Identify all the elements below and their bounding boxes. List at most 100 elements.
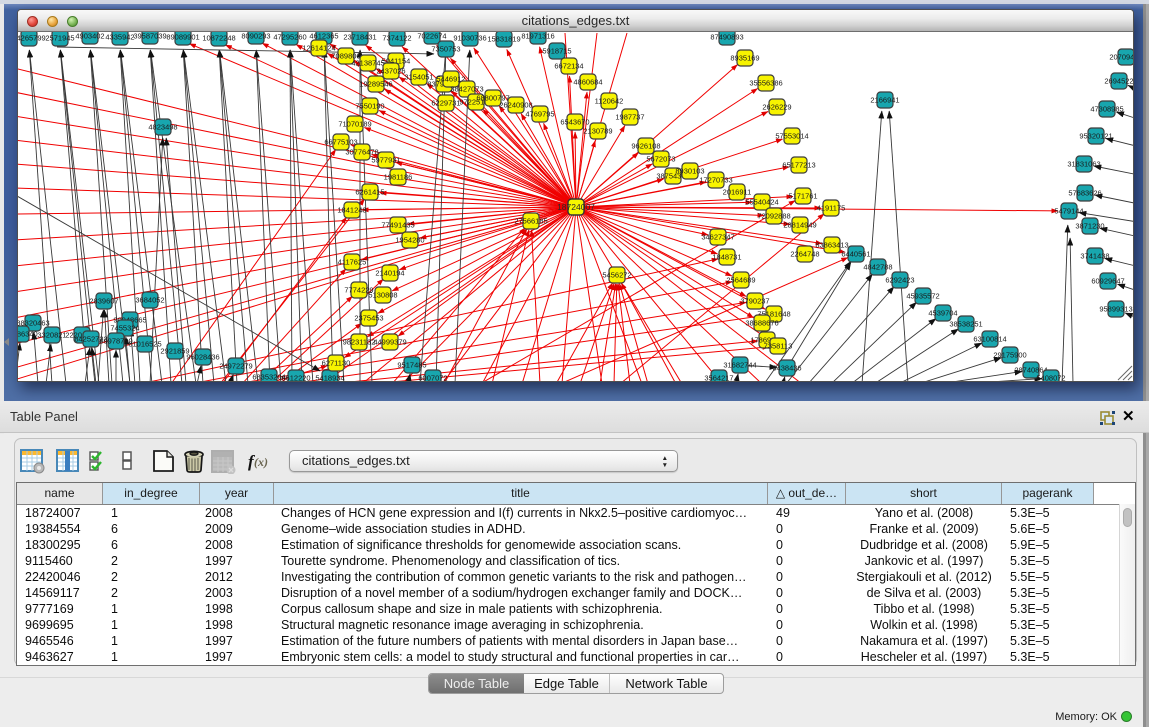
- svg-text:95320121: 95320121: [1079, 132, 1112, 141]
- svg-text:1120642: 1120642: [595, 97, 624, 106]
- svg-text:6229731: 6229731: [431, 99, 460, 108]
- svg-text:7022674: 7022674: [417, 32, 446, 41]
- svg-text:65177213: 65177213: [782, 161, 815, 170]
- svg-text:7374122: 7374122: [382, 34, 411, 43]
- svg-text:95899313: 95899313: [1099, 305, 1132, 314]
- svg-text:4335942: 4335942: [105, 33, 134, 42]
- svg-text:19289546: 19289546: [359, 80, 392, 89]
- svg-text:4860684: 4860684: [573, 78, 602, 87]
- svg-text:5918715: 5918715: [542, 47, 571, 56]
- svg-text:2130789: 2130789: [583, 127, 612, 136]
- svg-text:5171761: 5171761: [788, 192, 817, 201]
- svg-text:3320821: 3320821: [37, 331, 66, 340]
- svg-text:(x): (x): [254, 455, 268, 469]
- svg-text:5408072: 5408072: [1036, 374, 1065, 382]
- svg-text:1954280: 1954280: [395, 236, 424, 245]
- svg-text:2437026: 2437026: [376, 67, 405, 76]
- svg-text:31831063: 31831063: [1067, 160, 1100, 169]
- svg-text:3790237: 3790237: [740, 297, 769, 306]
- svg-text:3684052: 3684052: [135, 296, 164, 305]
- svg-text:1841248: 1841248: [337, 206, 366, 215]
- svg-text:5456272: 5456272: [602, 271, 631, 280]
- svg-text:4117625: 4117625: [338, 258, 367, 267]
- svg-text:23718431: 23718431: [343, 33, 376, 42]
- svg-text:9517485: 9517485: [397, 361, 426, 370]
- svg-text:17270733: 17270733: [699, 176, 732, 185]
- svg-text:44999379: 44999379: [373, 338, 406, 347]
- svg-text:5479144: 5479144: [1054, 207, 1083, 216]
- svg-text:2626229: 2626229: [762, 103, 791, 112]
- svg-text:38688676: 38688676: [745, 319, 778, 328]
- svg-text:6438436: 6438436: [772, 364, 801, 373]
- svg-text:47308985: 47308985: [1090, 105, 1123, 114]
- svg-text:34627347: 34627347: [701, 233, 734, 242]
- svg-text:9626108: 9626108: [631, 142, 660, 151]
- svg-text:47295260: 47295260: [273, 33, 306, 42]
- svg-text:45935572: 45935572: [906, 292, 939, 301]
- svg-text:31682744: 31682744: [723, 361, 756, 370]
- svg-text:7550190: 7550190: [355, 102, 384, 111]
- svg-text:87490893: 87490893: [710, 33, 743, 42]
- svg-text:4612365: 4612365: [309, 32, 338, 41]
- svg-text:20709497: 20709497: [1109, 53, 1133, 62]
- svg-text:2016911: 2016911: [723, 188, 752, 197]
- svg-text:98231132: 98231132: [343, 338, 376, 347]
- svg-text:5418934: 5418934: [315, 374, 344, 382]
- svg-text:38538251: 38538251: [949, 320, 982, 329]
- svg-text:15831819: 15831819: [487, 35, 520, 44]
- svg-text:5672073: 5672073: [646, 155, 675, 164]
- svg-text:2140194: 2140194: [375, 269, 404, 278]
- svg-text:6261415: 6261415: [355, 188, 384, 197]
- svg-text:83863413: 83863413: [815, 241, 848, 250]
- svg-text:6007072: 6007072: [418, 374, 447, 382]
- svg-text:81971316: 81971316: [521, 32, 554, 41]
- svg-text:96028436: 96028436: [186, 353, 219, 362]
- svg-text:8930103: 8930103: [675, 167, 704, 176]
- svg-text:29175900: 29175900: [993, 351, 1026, 360]
- svg-text:2839607: 2839607: [89, 297, 118, 306]
- svg-text:84252722: 84252722: [74, 335, 107, 344]
- svg-text:57683626: 57683626: [1068, 189, 1101, 198]
- svg-text:1981186: 1981186: [384, 173, 413, 182]
- svg-text:24972279: 24972279: [219, 362, 252, 371]
- svg-text:60929647: 60929647: [1091, 277, 1124, 286]
- svg-text:38427073: 38427073: [450, 85, 483, 94]
- svg-text:4842788: 4842788: [863, 263, 892, 272]
- svg-text:57553014: 57553014: [775, 132, 808, 141]
- svg-text:1987737: 1987737: [615, 113, 644, 122]
- svg-text:77491435: 77491435: [381, 221, 414, 230]
- svg-text:14265799: 14265799: [18, 34, 46, 43]
- svg-text:89089901: 89089901: [166, 33, 199, 42]
- svg-text:7350753: 7350753: [431, 45, 460, 54]
- svg-text:71070189: 71070189: [338, 120, 371, 129]
- svg-text:72092888: 72092888: [757, 212, 790, 221]
- svg-text:18724007: 18724007: [557, 202, 595, 212]
- svg-text:2375453: 2375453: [354, 314, 383, 323]
- svg-text:2571945: 2571945: [45, 34, 74, 43]
- svg-text:6672134: 6672134: [554, 62, 583, 71]
- svg-text:6292423: 6292423: [885, 276, 914, 285]
- svg-text:4823498: 4823498: [148, 123, 177, 132]
- svg-text:8935169: 8935169: [730, 54, 759, 63]
- svg-text:4769795: 4769795: [525, 110, 554, 119]
- svg-text:35556386: 35556386: [749, 79, 782, 88]
- svg-text:8090293: 8090293: [241, 32, 270, 41]
- svg-text:81016525: 81016525: [128, 340, 161, 349]
- svg-text:66775103: 66775103: [324, 138, 357, 147]
- svg-text:55540424: 55540424: [745, 198, 778, 207]
- svg-text:2694522: 2694522: [1104, 77, 1133, 86]
- svg-text:7358113: 7358113: [764, 342, 793, 351]
- svg-text:8612220: 8612220: [281, 374, 310, 382]
- svg-text:2166941: 2166941: [870, 96, 899, 105]
- svg-text:6440561: 6440561: [841, 250, 870, 259]
- svg-text:3564217: 3564217: [704, 374, 733, 382]
- svg-text:6543670: 6543670: [560, 118, 589, 127]
- svg-text:28814949: 28814949: [783, 221, 816, 230]
- svg-text:27566185: 27566185: [514, 217, 547, 226]
- svg-text:91030736: 91030736: [453, 34, 486, 43]
- svg-text:4539704: 4539704: [928, 309, 957, 318]
- svg-text:58586340: 58586340: [18, 330, 38, 339]
- svg-text:2264748: 2264748: [790, 250, 819, 259]
- svg-text:6271130: 6271130: [322, 359, 351, 368]
- svg-text:4903402: 4903402: [75, 32, 104, 41]
